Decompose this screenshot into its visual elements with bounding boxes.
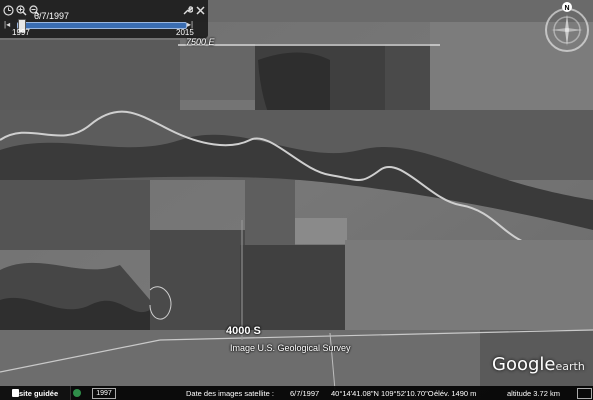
imagery-credit: Image U.S. Geological Survey <box>230 343 351 353</box>
status-icons <box>73 388 82 398</box>
road-label-bottom: 4000 S <box>226 325 261 337</box>
altitude: altitude 3.72 km <box>507 389 560 398</box>
time-slider-date: 6/7/1997 <box>34 11 70 21</box>
status-bar: Visite guidée 1997 Date des images satel… <box>0 386 593 400</box>
logo-earth: earth <box>555 360 585 373</box>
google-earth-logo: Googleearth <box>492 354 585 375</box>
satellite-imagery[interactable] <box>0 0 593 400</box>
wrench-icon[interactable] <box>182 3 194 15</box>
coordinates: 40°14'41.08"N 109°52'10.70"O <box>331 389 434 398</box>
imagery-date: 6/7/1997 <box>290 389 320 398</box>
close-icon[interactable] <box>195 3 206 15</box>
zoom-in-icon[interactable] <box>16 3 27 16</box>
end-year: 2015 <box>176 28 194 37</box>
streaming-indicator-icon <box>577 388 592 399</box>
guided-tour-label: Visite guidée <box>12 389 59 398</box>
compass-north-label: N <box>564 5 569 12</box>
map-viewport[interactable]: 6/7/1997 |◂ ▸| 1997 2015 N 7500 E 4000 S… <box>0 0 593 400</box>
elevation: élév. 1490 m <box>434 389 477 398</box>
globe-icon[interactable] <box>73 389 81 398</box>
logo-google: Google <box>492 354 556 375</box>
year-field[interactable]: 1997 <box>92 388 116 399</box>
step-back-icon[interactable]: |◂ <box>4 20 10 30</box>
imagery-date-label: Date des images satellite : <box>186 389 274 398</box>
time-slider-panel: 6/7/1997 |◂ ▸| 1997 2015 <box>0 0 208 38</box>
compass-rose-icon[interactable]: N <box>542 0 592 62</box>
guided-tour-button[interactable]: Visite guidée <box>0 386 71 400</box>
road-label-top: 7500 E <box>186 37 215 47</box>
clock-icon[interactable] <box>3 3 14 16</box>
start-year: 1997 <box>12 28 30 37</box>
time-slider-track[interactable] <box>17 19 187 33</box>
